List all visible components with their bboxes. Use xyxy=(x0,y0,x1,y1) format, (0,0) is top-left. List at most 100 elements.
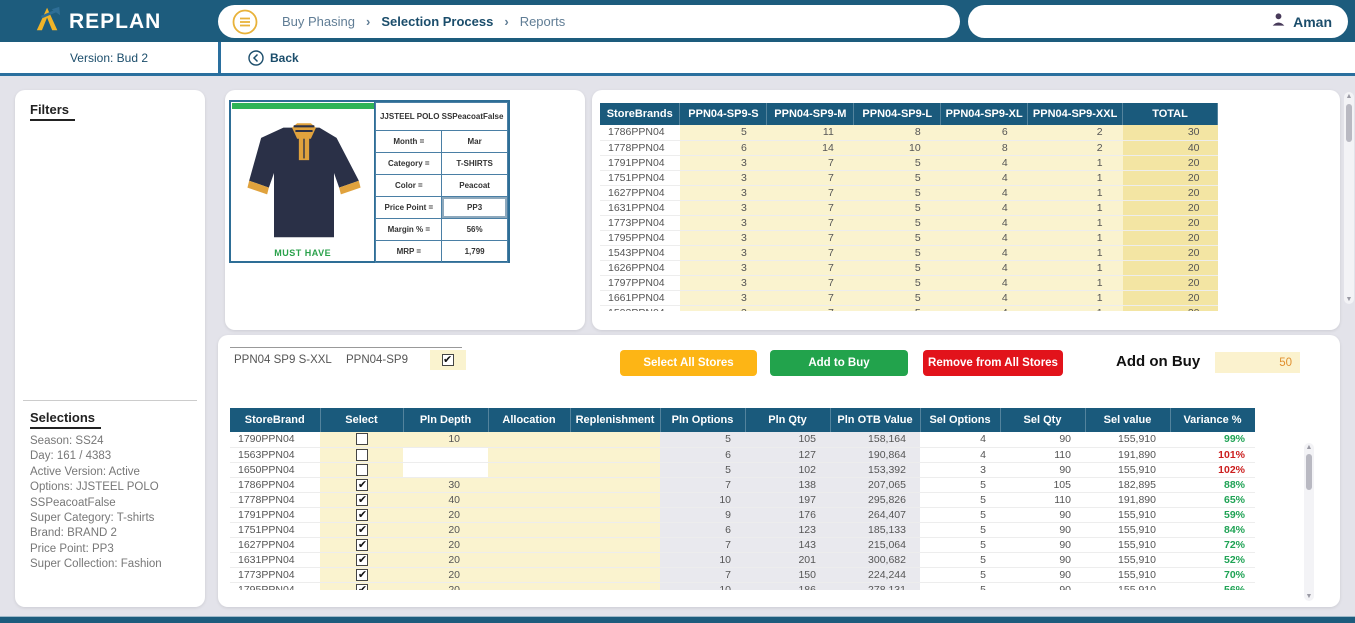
replenishment-cell[interactable] xyxy=(570,447,660,462)
sel-options-cell: 5 xyxy=(920,552,1000,567)
replenishment-cell[interactable] xyxy=(570,462,660,477)
allocation-cell[interactable] xyxy=(488,462,570,477)
replenishment-cell[interactable] xyxy=(570,537,660,552)
select-all-stores-button[interactable]: Select All Stores xyxy=(620,350,757,376)
size-qty-cell: 5 xyxy=(854,260,941,275)
breadcrumb-item-reports[interactable]: Reports xyxy=(520,14,566,29)
table-row: 1791PPN043754120 xyxy=(600,155,1218,170)
remove-from-all-stores-button[interactable]: Remove from All Stores xyxy=(923,350,1063,376)
allocation-cell[interactable] xyxy=(488,522,570,537)
pln-depth-cell[interactable]: 20 xyxy=(403,537,488,552)
toolbar-divider xyxy=(218,42,221,73)
pln-depth-cell[interactable]: 10 xyxy=(403,432,488,447)
row-select-checkbox[interactable] xyxy=(356,569,368,581)
allocation-cell[interactable] xyxy=(488,432,570,447)
allocation-cell[interactable] xyxy=(488,537,570,552)
replenishment-cell[interactable] xyxy=(570,432,660,447)
total-cell: 20 xyxy=(1123,275,1218,290)
pln-depth-cell[interactable] xyxy=(403,462,488,477)
scrollbar-thumb[interactable] xyxy=(1346,104,1352,142)
size-qty-cell: 1 xyxy=(1028,200,1123,215)
pln-depth-cell[interactable]: 20 xyxy=(403,507,488,522)
row-select-checkbox[interactable] xyxy=(356,554,368,566)
total-cell: 30 xyxy=(1123,125,1218,140)
back-button[interactable]: Back xyxy=(248,42,299,73)
storebrand-cell: 1791PPN04 xyxy=(600,155,680,170)
size-group-checkbox[interactable] xyxy=(442,354,454,366)
product-title: JJSTEEL POLO SSPeacoatFalse xyxy=(376,103,508,131)
row-select-checkbox[interactable] xyxy=(356,524,368,536)
pln-depth-cell[interactable]: 30 xyxy=(403,477,488,492)
row-select-checkbox[interactable] xyxy=(356,494,368,506)
breadcrumb-item-buy-phasing[interactable]: Buy Phasing xyxy=(282,14,355,29)
pln-qty-cell: 105 xyxy=(745,432,830,447)
row-select-checkbox[interactable] xyxy=(356,509,368,521)
add-to-buy-button[interactable]: Add to Buy xyxy=(770,350,908,376)
storebrand-cell: 1650PPN04 xyxy=(230,462,320,477)
pln-qty-cell: 123 xyxy=(745,522,830,537)
size-qty-cell: 7 xyxy=(767,305,854,311)
pln-depth-cell[interactable]: 40 xyxy=(403,492,488,507)
pln-depth-cell[interactable]: 20 xyxy=(403,567,488,582)
scroll-up-icon[interactable]: ▲ xyxy=(1344,93,1354,100)
pln-depth-cell[interactable]: 20 xyxy=(403,552,488,567)
row-select-checkbox[interactable] xyxy=(356,464,368,476)
replenishment-cell[interactable] xyxy=(570,477,660,492)
size-distribution-table: StoreBrandsPPN04-SP9-SPPN04-SP9-MPPN04-S… xyxy=(600,103,1218,311)
sel-qty-cell: 90 xyxy=(1000,537,1085,552)
user-menu[interactable]: Aman xyxy=(968,5,1348,38)
pln-depth-cell[interactable] xyxy=(403,447,488,462)
column-header: Variance % xyxy=(1170,408,1255,432)
row-select-checkbox[interactable] xyxy=(356,479,368,491)
scrollbar-thumb[interactable] xyxy=(1306,454,1312,490)
column-header: PPN04-SP9-XL xyxy=(941,103,1028,125)
buy-selection-panel: PPN04 SP9 S-XXL PPN04-SP9 Select All Sto… xyxy=(218,335,1340,607)
replenishment-cell[interactable] xyxy=(570,492,660,507)
storebrand-cell: 1778PPN04 xyxy=(230,492,320,507)
row-select-checkbox[interactable] xyxy=(356,584,368,590)
scroll-up-icon[interactable]: ▲ xyxy=(1304,444,1314,451)
storebrand-cell: 1778PPN04 xyxy=(600,140,680,155)
row-select-checkbox[interactable] xyxy=(356,539,368,551)
sel-options-cell: 4 xyxy=(920,447,1000,462)
size-qty-cell: 5 xyxy=(680,125,767,140)
add-on-buy-input[interactable] xyxy=(1215,352,1300,373)
scroll-down-icon[interactable]: ▼ xyxy=(1304,593,1314,600)
allocation-cell[interactable] xyxy=(488,447,570,462)
table-row: 1563PPN046127190,8644110191,890101% xyxy=(230,447,1255,462)
back-label: Back xyxy=(270,51,299,65)
sidebar: Filters Selections Season: SS24Day: 161 … xyxy=(15,90,205,607)
size-qty-cell: 14 xyxy=(767,140,854,155)
sidebar-divider xyxy=(23,400,197,401)
scroll-down-icon[interactable]: ▼ xyxy=(1344,296,1354,303)
pln-otb-value-cell: 278,131 xyxy=(830,582,920,590)
row-select-checkbox[interactable] xyxy=(356,433,368,445)
allocation-cell[interactable] xyxy=(488,477,570,492)
replenishment-cell[interactable] xyxy=(570,507,660,522)
menu-hamburger-icon[interactable] xyxy=(232,9,258,35)
replenishment-cell[interactable] xyxy=(570,567,660,582)
allocation-cell[interactable] xyxy=(488,507,570,522)
row-select-checkbox[interactable] xyxy=(356,449,368,461)
allocation-cell[interactable] xyxy=(488,552,570,567)
user-icon xyxy=(1271,12,1286,32)
replenishment-cell[interactable] xyxy=(570,582,660,590)
filters-title: Filters xyxy=(30,102,75,121)
size-qty-cell: 7 xyxy=(767,170,854,185)
allocation-cell[interactable] xyxy=(488,492,570,507)
allocation-cell[interactable] xyxy=(488,582,570,590)
allocation-cell[interactable] xyxy=(488,567,570,582)
sel-options-cell: 5 xyxy=(920,567,1000,582)
table-row: 1627PPN043754120 xyxy=(600,185,1218,200)
breadcrumb-item-selection-process[interactable]: Selection Process xyxy=(381,14,493,29)
table-row: 1543PPN043754120 xyxy=(600,245,1218,260)
total-cell: 20 xyxy=(1123,200,1218,215)
replenishment-cell[interactable] xyxy=(570,522,660,537)
size-qty-cell: 5 xyxy=(854,290,941,305)
pln-depth-cell[interactable]: 20 xyxy=(403,582,488,590)
pln-depth-cell[interactable]: 20 xyxy=(403,522,488,537)
table-row: 1751PPN04206123185,133590155,91084% xyxy=(230,522,1255,537)
product-panel: MUST HAVE JJSTEEL POLO SSPeacoatFalse Mo… xyxy=(225,90,585,330)
logo-text: REPLAN xyxy=(69,10,161,34)
replenishment-cell[interactable] xyxy=(570,552,660,567)
